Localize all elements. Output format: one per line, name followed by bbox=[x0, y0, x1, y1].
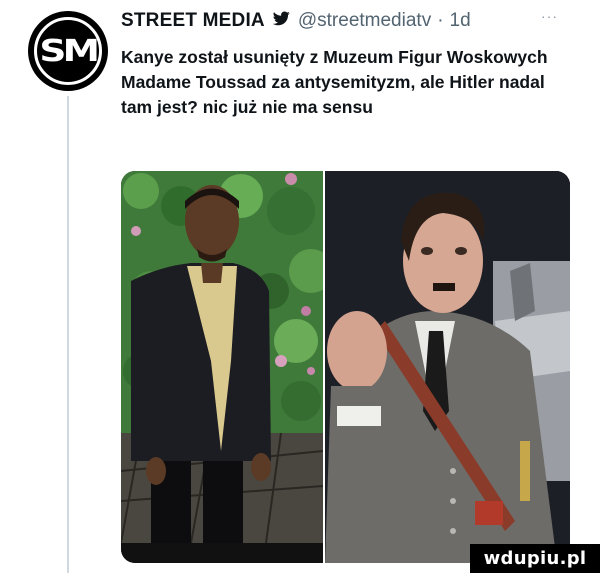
twitter-bird-icon bbox=[272, 10, 290, 32]
tweet-media[interactable] bbox=[121, 171, 570, 563]
site-watermark: wdupiu.pl bbox=[470, 544, 600, 573]
more-options-icon[interactable]: ··· bbox=[541, 8, 558, 24]
author-name[interactable]: STREET MEDIA bbox=[121, 10, 265, 32]
avatar-logo-text: SM bbox=[39, 33, 101, 69]
tweet-text: Kanye został usunięty z Muzeum Figur Wos… bbox=[121, 47, 548, 117]
avatar[interactable]: SM bbox=[28, 11, 108, 91]
tweet-header: STREET MEDIA @streetmediatv · 1d bbox=[121, 6, 471, 36]
avatar-ring: SM bbox=[34, 17, 102, 85]
meta-separator: · bbox=[437, 10, 444, 31]
photo-kanye-wax-figure[interactable] bbox=[121, 171, 323, 563]
author-handle[interactable]: @streetmediatv bbox=[298, 10, 431, 32]
thread-line bbox=[67, 96, 69, 573]
photo-hitler-wax-figure[interactable] bbox=[325, 171, 570, 563]
tweet-time[interactable]: 1d bbox=[450, 10, 471, 32]
watermark-text: wdupiu.pl bbox=[483, 548, 587, 569]
